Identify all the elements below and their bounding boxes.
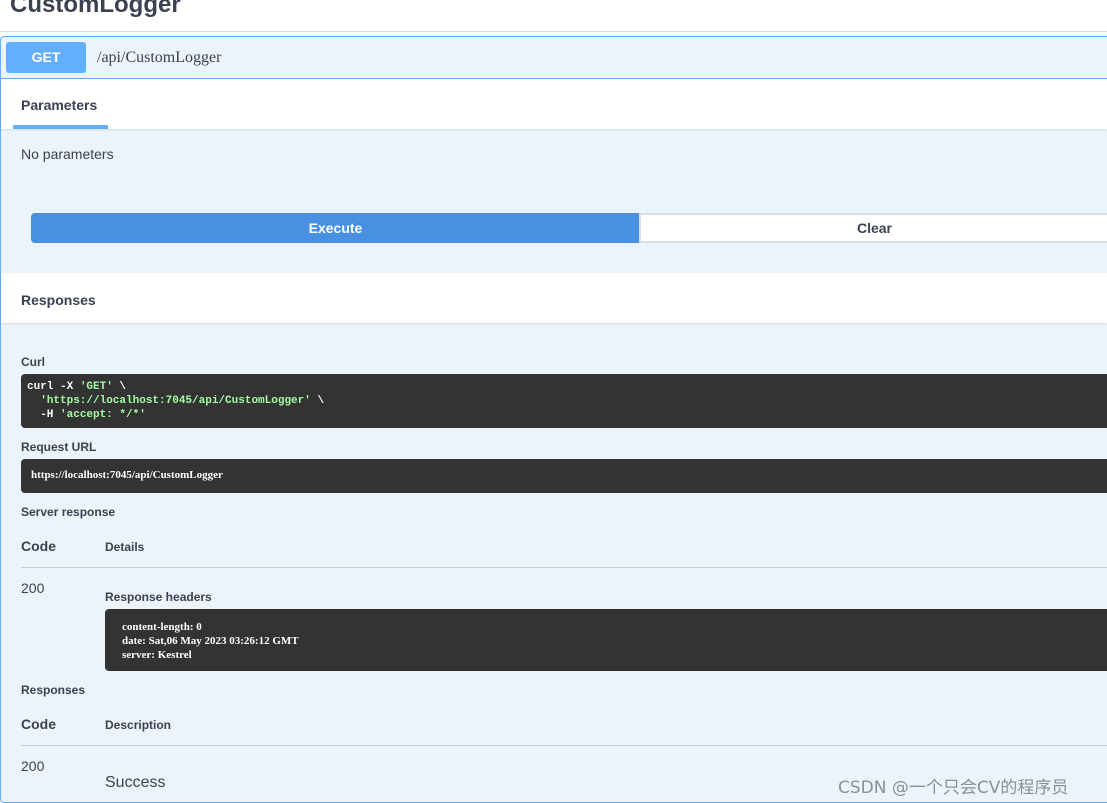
response-headers-block[interactable]: content-length: 0 date: Sat,06 May 2023 0… (105, 609, 1107, 671)
curl-label: Curl (21, 355, 45, 369)
responses-label: Responses (21, 683, 86, 697)
responses-description-header: Description (105, 718, 172, 732)
response-header-line: content-length: 0 (122, 621, 202, 633)
clear-button[interactable]: Clear (639, 213, 1107, 243)
server-response-code: 200 (21, 580, 45, 596)
responses-code: 200 (21, 758, 45, 774)
execute-button[interactable]: Execute (31, 213, 640, 243)
parameters-header: Parameters (1, 79, 1107, 129)
responses-code-header: Code (21, 716, 56, 732)
request-url-block[interactable]: https://localhost:7045/api/CustomLogger (21, 459, 1107, 493)
response-headers-label: Response headers (105, 590, 212, 604)
curl-cont-1: \ (112, 381, 127, 393)
csdn-watermark: CSDN @一个只会CV的程序员 (838, 778, 1069, 798)
operation-block: GET /api/CustomLogger Parameters No para… (0, 36, 1107, 803)
tag-title[interactable]: CustomLogger (10, 0, 181, 19)
tag-divider (0, 31, 1107, 32)
request-url-label: Request URL (21, 440, 97, 454)
curl-header-flag: -H (40, 409, 61, 421)
response-header-line: server: Kestrel (122, 649, 192, 661)
responses-header: Responses (1, 273, 1107, 323)
curl-header: 'accept: */*' (60, 409, 146, 421)
tab-parameters[interactable]: Parameters (13, 79, 108, 129)
responses-rule (21, 745, 1107, 746)
no-parameters-text: No parameters (21, 146, 114, 162)
server-response-details-header: Details (105, 540, 145, 554)
responses-description: Success (105, 774, 166, 791)
operation-path: /api/CustomLogger (97, 49, 222, 66)
curl-cont-2: \ (310, 395, 325, 407)
tab-parameters-label: Parameters (21, 97, 98, 113)
swagger-page: CustomLogger GET /api/CustomLogger Param… (0, 0, 1107, 803)
curl-url: 'https://localhost:7045/api/CustomLogger… (40, 395, 311, 407)
server-response-rule (21, 567, 1107, 568)
curl-code-block[interactable]: curl -X 'GET' \ 'https://localhost:7045/… (21, 374, 1107, 428)
tab-active-indicator (13, 125, 108, 129)
method-badge: GET (6, 42, 86, 73)
curl-cmd: curl -X (27, 381, 80, 393)
responses-title: Responses (21, 292, 96, 308)
server-response-code-header: Code (21, 538, 56, 554)
server-response-label: Server response (21, 505, 116, 519)
response-header-line: date: Sat,06 May 2023 03:26:12 GMT (122, 635, 299, 647)
curl-method: 'GET' (79, 381, 113, 393)
operation-summary[interactable]: GET /api/CustomLogger (1, 37, 1107, 79)
